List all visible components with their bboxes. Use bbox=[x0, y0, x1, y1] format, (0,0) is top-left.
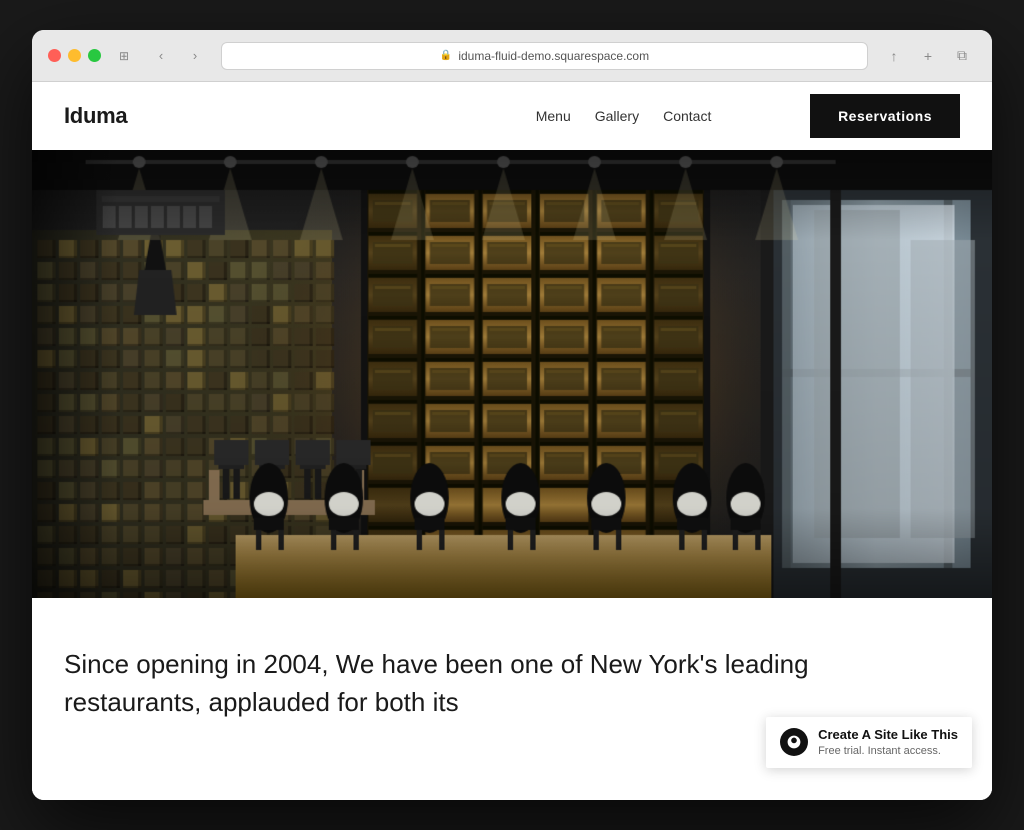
site-logo: Iduma bbox=[64, 103, 437, 129]
squarespace-sub-text: Free trial. Instant access. bbox=[818, 744, 958, 758]
nav-menu-link[interactable]: Menu bbox=[536, 108, 571, 124]
browser-window: ⊞ ‹ › 🔒 iduma-fluid-demo.squarespace.com… bbox=[32, 30, 992, 800]
address-bar[interactable]: 🔒 iduma-fluid-demo.squarespace.com bbox=[221, 42, 868, 70]
hero-image bbox=[32, 150, 992, 598]
squarespace-main-text: Create A Site Like This bbox=[818, 727, 958, 744]
squarespace-badge-text: Create A Site Like This Free trial. Inst… bbox=[818, 727, 958, 758]
website-content: Iduma Menu Gallery Contact Reservations … bbox=[32, 82, 992, 800]
fullscreen-button[interactable] bbox=[88, 49, 101, 62]
minimize-button[interactable] bbox=[68, 49, 81, 62]
squarespace-badge[interactable]: Create A Site Like This Free trial. Inst… bbox=[766, 717, 972, 768]
browser-nav-controls: ‹ › bbox=[147, 45, 209, 67]
nav-links: Menu Gallery Contact bbox=[437, 108, 810, 124]
close-button[interactable] bbox=[48, 49, 61, 62]
nav-contact-link[interactable]: Contact bbox=[663, 108, 711, 124]
body-text: Since opening in 2004, We have been one … bbox=[64, 646, 824, 721]
back-button[interactable]: ‹ bbox=[147, 45, 175, 67]
forward-button[interactable]: › bbox=[181, 45, 209, 67]
lock-icon: 🔒 bbox=[440, 50, 452, 61]
reservations-button[interactable]: Reservations bbox=[810, 94, 960, 138]
multi-tab-button[interactable]: ⧉ bbox=[948, 45, 976, 67]
share-button[interactable]: ↑ bbox=[880, 45, 908, 67]
browser-chrome: ⊞ ‹ › 🔒 iduma-fluid-demo.squarespace.com… bbox=[32, 30, 992, 82]
add-tab-button[interactable]: + bbox=[914, 45, 942, 67]
url-text: iduma-fluid-demo.squarespace.com bbox=[458, 49, 649, 63]
window-layout-icon[interactable]: ⊞ bbox=[113, 45, 135, 67]
browser-action-buttons: ↑ + ⧉ bbox=[880, 45, 976, 67]
site-body: Since opening in 2004, We have been one … bbox=[32, 598, 992, 800]
nav-gallery-link[interactable]: Gallery bbox=[595, 108, 639, 124]
traffic-lights bbox=[48, 49, 101, 62]
squarespace-logo-icon bbox=[780, 728, 808, 756]
site-navigation: Iduma Menu Gallery Contact Reservations bbox=[32, 82, 992, 150]
hero-canvas bbox=[32, 150, 992, 598]
